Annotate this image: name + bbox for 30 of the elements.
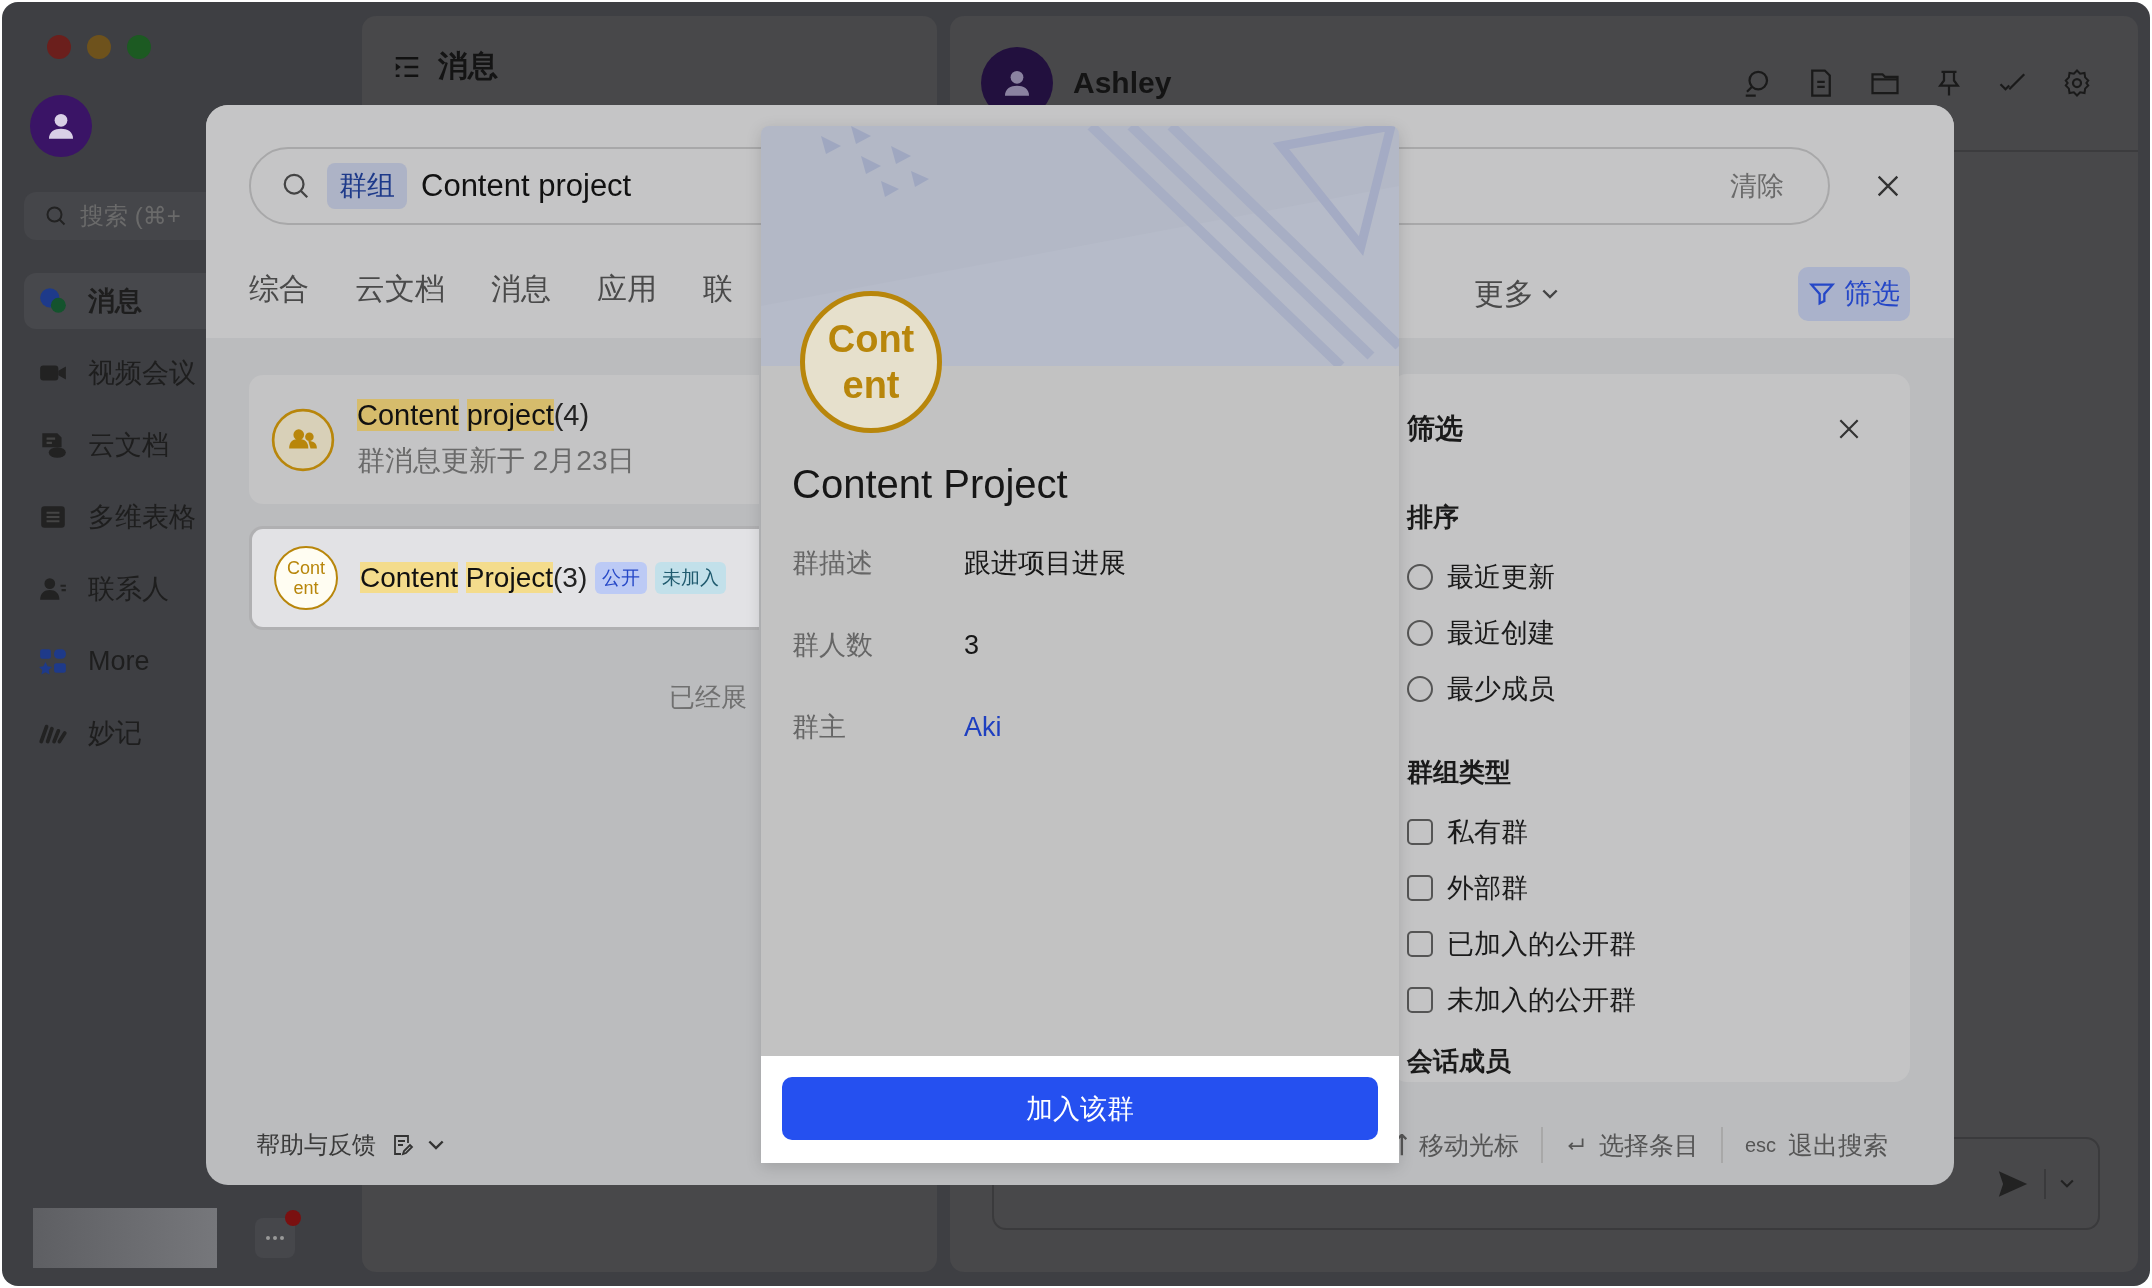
tag: 公开 — [595, 562, 648, 594]
key-label: esc — [1744, 1133, 1776, 1157]
tag: 未加入 — [655, 562, 727, 594]
hint-label: 移动光标 — [1418, 1129, 1519, 1161]
option-label: 外部群 — [1447, 872, 1528, 905]
option-label: 最近创建 — [1447, 617, 1555, 650]
result-subtitle: 群消息更新于 2月23日 — [357, 444, 636, 478]
field-label: 群描述 — [792, 547, 874, 580]
section-heading: 群组类型 — [1407, 756, 1512, 789]
result-title: Content project(4) — [357, 399, 590, 432]
option-label: 最少成员 — [1447, 673, 1555, 706]
field-label: 群人数 — [792, 629, 874, 662]
field-value: 跟进项目进展 — [964, 547, 1126, 580]
option-label: 已加入的公开群 — [1447, 928, 1636, 961]
result-title: Content Project(3) — [360, 562, 588, 594]
group-name: Content Project — [792, 462, 1069, 507]
field-label: 群主 — [792, 711, 847, 744]
hint-label: 退出搜索 — [1788, 1129, 1888, 1161]
option-label: 未加入的公开群 — [1447, 984, 1636, 1017]
field-value: 3 — [964, 629, 980, 661]
filter-title: 筛选 — [1407, 412, 1463, 446]
group-avatar: Content — [274, 546, 338, 610]
hint-label: 选择条目 — [1598, 1129, 1699, 1161]
option-label: 最近更新 — [1447, 561, 1555, 594]
section-heading: 排序 — [1407, 501, 1460, 534]
group-avatar: Content — [800, 291, 942, 433]
section-heading: 会话成员 — [1407, 1045, 1512, 1078]
results-end-text: 已经展 — [669, 681, 748, 714]
search-value: Content project — [421, 168, 632, 204]
option-label: 私有群 — [1447, 816, 1528, 849]
